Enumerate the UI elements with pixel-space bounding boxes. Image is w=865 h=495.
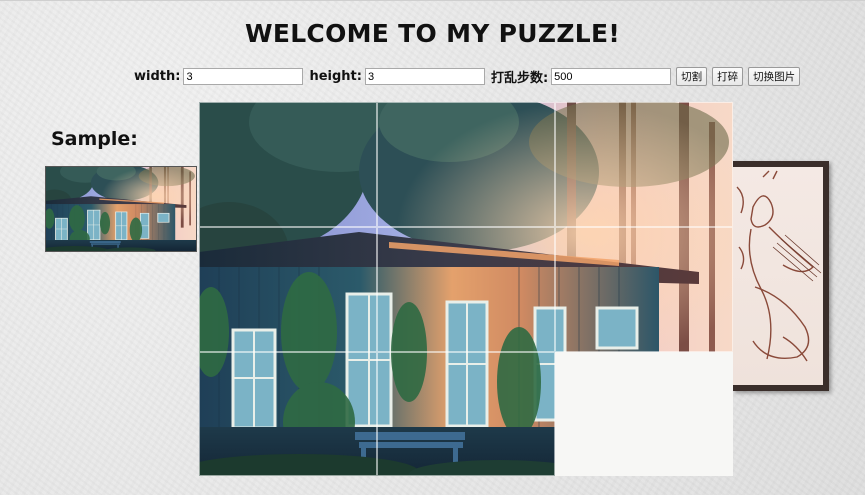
height-input[interactable] (364, 68, 485, 85)
puzzle-tile[interactable] (555, 227, 733, 352)
sample-image (45, 166, 197, 252)
page-title: WELCOME TO MY PUZZLE! (244, 19, 621, 48)
shuffle-button[interactable]: 打碎 (712, 67, 744, 86)
puzzle-tile[interactable] (199, 227, 377, 352)
puzzle-tile[interactable] (199, 102, 377, 227)
empty-puzzle-slot[interactable] (555, 352, 733, 476)
puzzle-board (199, 102, 733, 476)
puzzle-tile[interactable] (377, 227, 555, 352)
switch-image-button[interactable]: 切换图片 (748, 67, 801, 86)
sample-label: Sample: (51, 128, 138, 150)
width-input[interactable] (183, 68, 304, 85)
width-label: width: (134, 69, 181, 84)
shuffle-steps-label: 打乱步数: (490, 71, 549, 86)
shuffle-steps-input[interactable] (551, 68, 672, 85)
puzzle-tile[interactable] (377, 352, 555, 476)
wall-painting (733, 161, 829, 391)
puzzle-tile[interactable] (555, 102, 733, 227)
puzzle-controls: width: height: 打乱步数: 切割 打碎 切换图片 (131, 67, 801, 86)
puzzle-tile[interactable] (199, 352, 377, 476)
cut-button[interactable]: 切割 (676, 67, 708, 86)
height-label: height: (309, 69, 362, 84)
puzzle-tile[interactable] (377, 102, 555, 227)
